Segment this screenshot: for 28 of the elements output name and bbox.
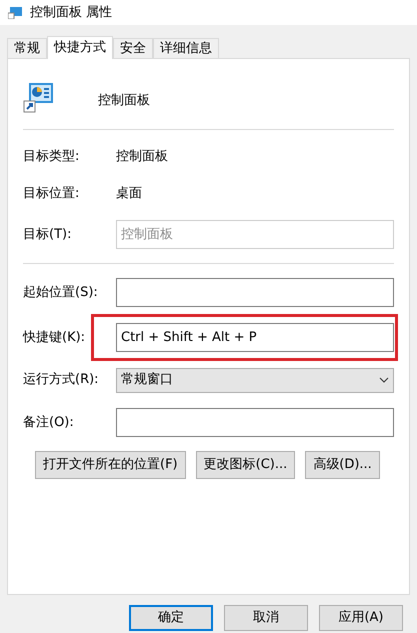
dialog-button[interactable]: 应用(A)	[319, 605, 403, 631]
text-field[interactable]: Ctrl + Shift + Alt + P	[116, 323, 394, 352]
field-label: 运行方式(R):	[23, 371, 100, 390]
info-value: 控制面板	[116, 148, 168, 166]
window-title: 控制面板 属性	[30, 4, 112, 22]
field-label: 起始位置(S):	[23, 284, 99, 302]
run-mode-dropdown[interactable]: 常规窗口	[116, 368, 394, 392]
shortcut-app-icon	[23, 81, 55, 113]
tab[interactable]: 详细信息	[153, 38, 219, 58]
info-label: 目标位置:	[23, 184, 80, 203]
chevron-down-icon	[379, 377, 389, 383]
dialog-button[interactable]: 取消	[224, 605, 308, 631]
tab[interactable]: 常规	[7, 38, 47, 58]
field-label: 目标(T):	[23, 226, 72, 244]
tab[interactable]: 安全	[113, 38, 153, 58]
action-button[interactable]: 高级(D)...	[305, 451, 380, 479]
text-field[interactable]	[116, 408, 394, 437]
info-value: 桌面	[116, 184, 142, 203]
info-label: 目标类型:	[23, 148, 80, 166]
text-field[interactable]	[116, 278, 394, 307]
dialog-button[interactable]: 确定	[129, 605, 213, 631]
tab[interactable]: 快捷方式	[47, 36, 113, 59]
shortcut-name: 控制面板	[98, 92, 150, 110]
action-button[interactable]: 更改图标(C)...	[196, 451, 296, 479]
field-label: 备注(O):	[23, 414, 75, 432]
action-button[interactable]: 打开文件所在的位置(F)	[35, 451, 186, 479]
window-icon	[8, 6, 22, 18]
field-label: 快捷键(K):	[23, 328, 86, 347]
